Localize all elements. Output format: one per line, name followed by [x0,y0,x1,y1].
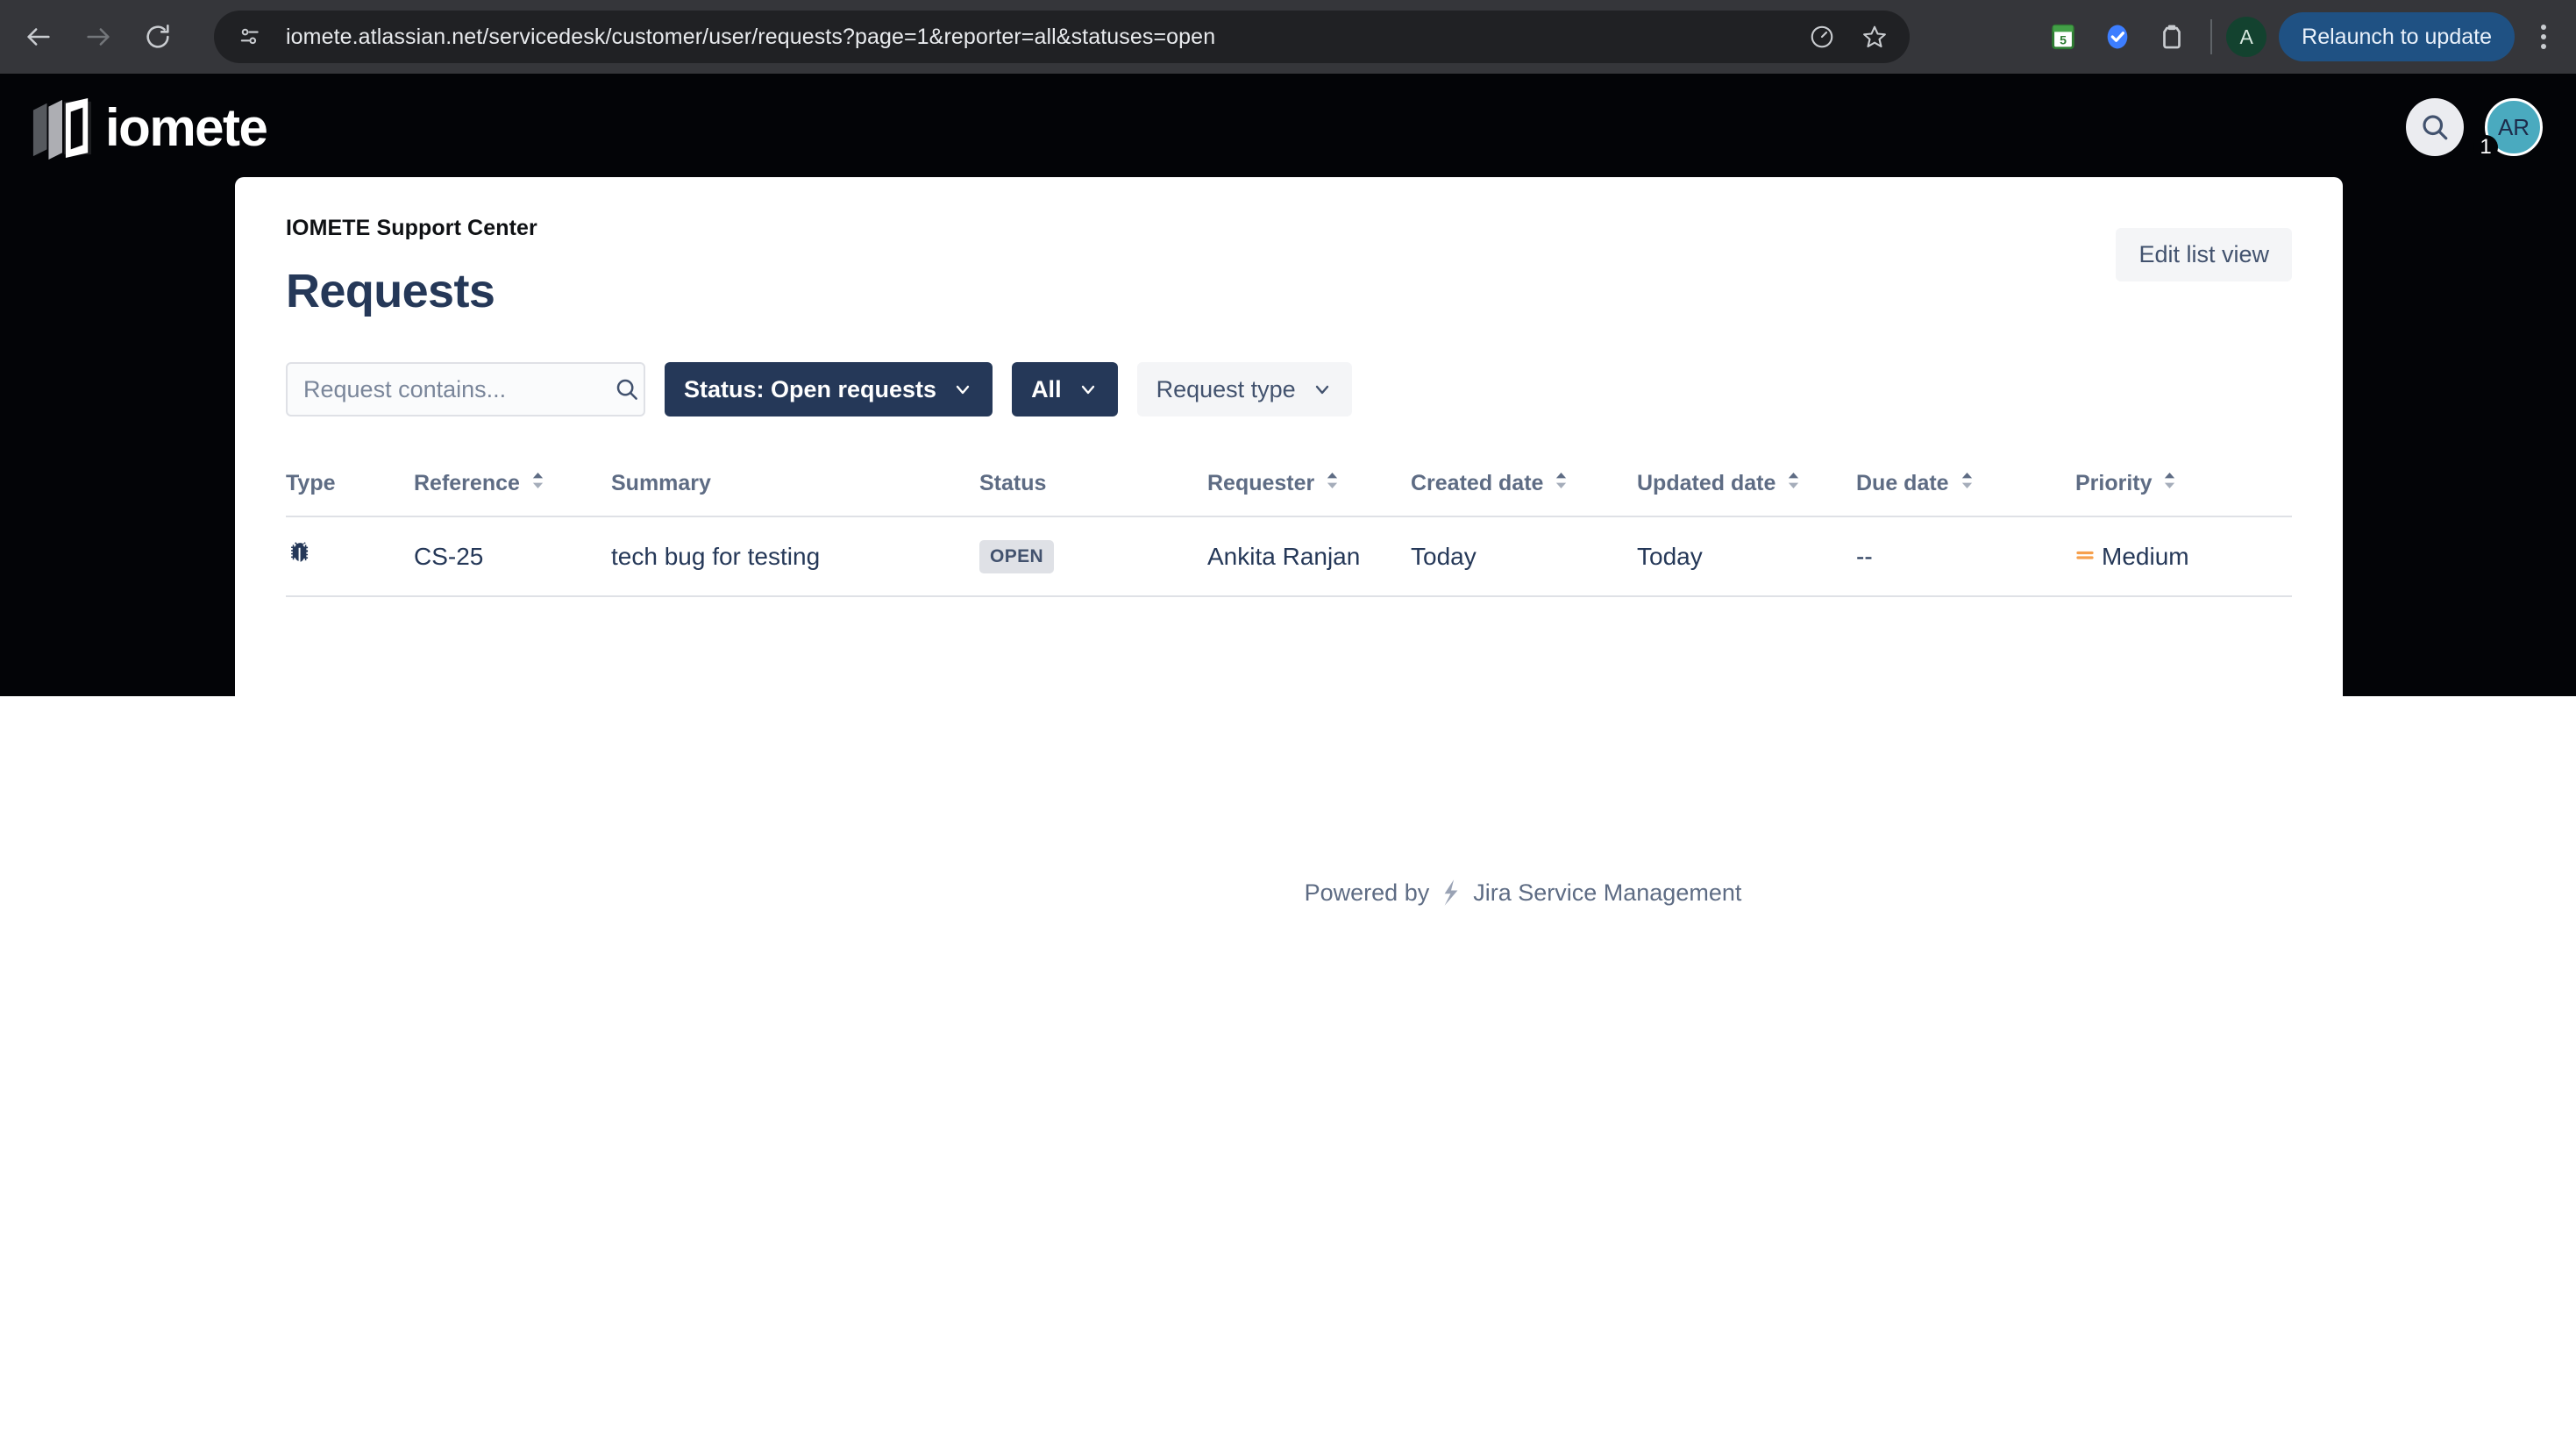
card-header: IOMETE Support Center Requests Edit list… [286,216,2292,318]
chevron-down-icon [952,379,973,400]
jira-logo-icon [1438,879,1464,907]
cell-status: OPEN [979,516,1207,596]
requests-card: IOMETE Support Center Requests Edit list… [235,177,2343,1431]
table-body: CS-25 tech bug for testing OPEN Ankita R… [286,516,2292,596]
notification-badge: 1 [2473,135,2498,160]
cell-requester: Ankita Ranjan [1207,542,1361,570]
request-type-filter-label: Request type [1156,375,1296,402]
scope-filter-label: All [1031,375,1062,402]
requests-table: Type Reference Summary Status Requester … [286,471,2292,597]
column-header-summary: Summary [611,471,711,495]
column-header-due-date[interactable]: Due date [1856,471,2075,516]
performance-icon[interactable] [1799,14,1845,60]
browser-nav-buttons [0,7,188,67]
browser-right-actions: 5 A Relaunch to update [2039,0,2565,74]
priority-medium-icon [2075,543,2095,571]
search-input[interactable] [303,375,614,403]
request-type-filter-dropdown[interactable]: Request type [1136,362,1352,416]
page-title: Requests [286,265,495,317]
back-button[interactable] [9,7,68,67]
arrow-left-icon [27,28,50,46]
bookmark-star-icon[interactable] [1852,14,1897,60]
scope-filter-dropdown[interactable]: All [1012,362,1118,416]
column-header-created-date[interactable]: Created date [1411,471,1637,516]
relaunch-to-update-button[interactable]: Relaunch to update [2279,12,2515,61]
chevron-down-icon [1078,379,1099,400]
hero-actions: AR 1 [2406,98,2543,160]
profile-avatar[interactable]: A [2226,17,2267,57]
column-header-reference[interactable]: Reference [414,471,611,516]
browser-toolbar: iomete.atlassian.net/servicedesk/custome… [0,0,2576,74]
edit-list-view-button[interactable]: Edit list view [2116,228,2292,281]
cell-due-date: -- [1856,542,1873,570]
footer: Powered by Jira Service Management [235,879,2576,907]
title-group: IOMETE Support Center Requests [286,216,537,318]
status-filter-dropdown[interactable]: Status: Open requests [665,362,993,416]
reload-icon [146,24,169,48]
footer-powered-by: Powered by [1304,879,1430,906]
table-row[interactable]: CS-25 tech bug for testing OPEN Ankita R… [286,516,2292,596]
cell-reference[interactable]: CS-25 [414,516,611,596]
chrome-menu-button[interactable] [2522,12,2565,61]
reload-button[interactable] [128,7,188,67]
bug-icon [286,542,316,573]
status-badge: OPEN [979,539,1055,573]
sort-arrows-icon [1961,473,1973,488]
checkmark-extension-icon[interactable] [2093,12,2142,61]
sort-arrows-icon [1788,473,1799,488]
address-bar[interactable]: iomete.atlassian.net/servicedesk/custome… [214,11,1910,63]
search-input-wrapper[interactable] [286,362,645,416]
cell-created-date: Today [1411,542,1477,570]
iomete-logo-mark [32,97,92,160]
column-header-requester[interactable]: Requester [1207,471,1411,516]
url-text: iomete.atlassian.net/servicedesk/custome… [286,24,1216,49]
cell-type [286,516,414,596]
iomete-logo[interactable]: iomete [28,96,268,160]
sort-arrows-icon [532,473,544,488]
omnibox-actions [1799,14,1897,60]
column-header-type: Type [286,471,336,495]
page-body: iomete AR 1 IOMETE Support Center Reques… [0,74,2576,1431]
chevron-down-icon [1312,379,1333,400]
table-header: Type Reference Summary Status Requester … [286,471,2292,516]
column-header-status: Status [979,471,1047,495]
sort-arrows-icon [1327,473,1338,488]
arrow-right-icon [87,28,110,46]
footer-product: Jira Service Management [1473,879,1742,906]
search-icon[interactable] [2406,98,2464,156]
status-filter-label: Status: Open requests [684,375,937,402]
site-info-icon[interactable] [233,20,267,53]
cell-updated-date: Today [1637,542,1703,570]
column-header-updated-date[interactable]: Updated date [1637,471,1856,516]
calendar-extension-icon[interactable]: 5 [2039,12,2088,61]
table-header-row: Type Reference Summary Status Requester … [286,471,2292,516]
priority-value: Medium [2075,543,2292,571]
toolbar-divider [2210,19,2213,54]
column-header-priority[interactable]: Priority [2075,471,2292,516]
sort-arrows-icon [1555,473,1567,488]
cell-summary[interactable]: tech bug for testing [611,516,979,596]
portal-name: IOMETE Support Center [286,216,537,240]
user-avatar[interactable]: AR 1 [2473,98,2543,160]
clipboard-extension-icon[interactable] [2147,12,2196,61]
sort-arrows-icon [2164,473,2175,488]
cell-priority: Medium [2075,516,2292,596]
priority-label: Medium [2102,542,2189,570]
iomete-logo-text: iomete [105,98,268,157]
forward-button[interactable] [68,7,128,67]
filter-bar: Status: Open requests All Request type [286,362,2292,416]
search-magnifier-icon[interactable] [614,376,640,402]
svg-text:5: 5 [2060,34,2067,48]
